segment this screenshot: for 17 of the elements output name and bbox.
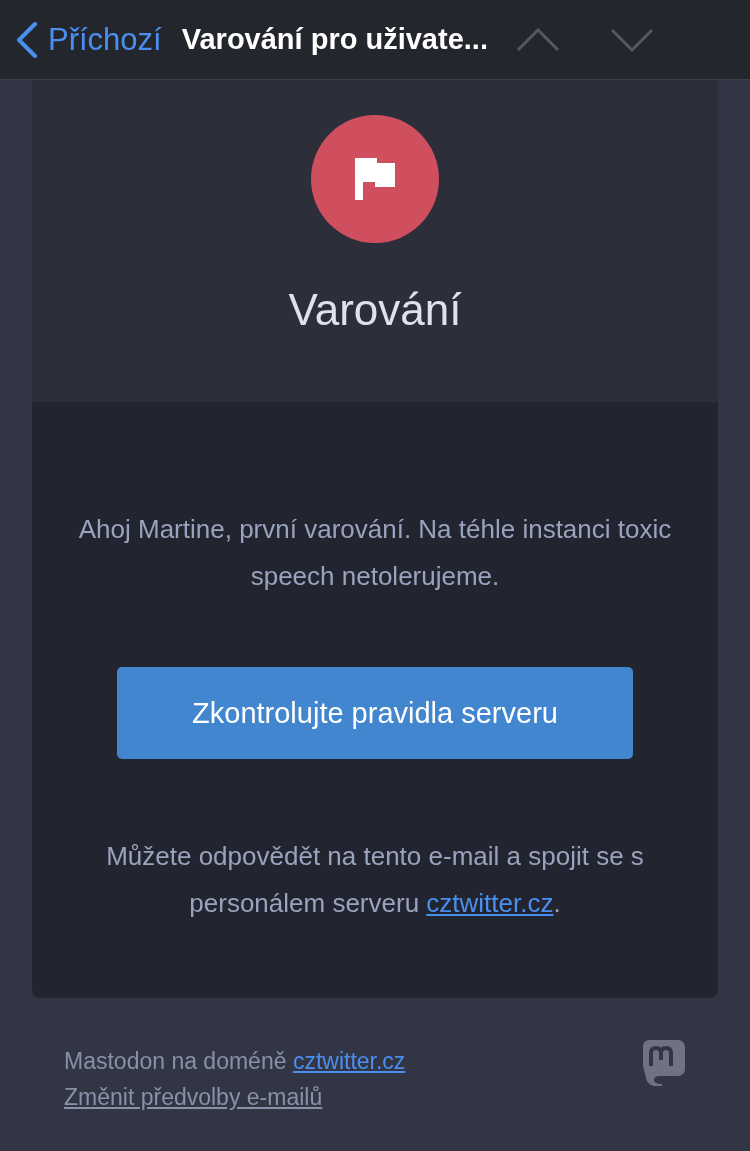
domain-link[interactable]: cztwitter.cz bbox=[292, 1048, 406, 1074]
footer-text: Mastodon na doméně cztwitter.cz bbox=[64, 1047, 406, 1076]
back-link[interactable]: Příchozí bbox=[16, 21, 162, 58]
preferences-link[interactable]: Změnit předvolby e-mailů bbox=[64, 1084, 323, 1110]
chevron-down-icon bbox=[609, 27, 654, 52]
message-title: Varování pro uživate... bbox=[181, 23, 488, 56]
rules-button[interactable]: Zkontrolujte pravidla serveru bbox=[117, 667, 633, 759]
next-button[interactable] bbox=[609, 27, 654, 52]
chevron-up-icon bbox=[515, 27, 560, 52]
flag-icon bbox=[355, 158, 395, 200]
previous-button[interactable] bbox=[515, 27, 560, 52]
heading: Varování bbox=[288, 285, 462, 335]
logo-icon bbox=[640, 1038, 686, 1086]
server-link[interactable]: cztwitter.cz bbox=[426, 888, 554, 918]
message-text: Ahoj Martine, první varování. Na téhle instanci toxic speech netolerujeme. bbox=[77, 513, 673, 593]
back-icon bbox=[16, 21, 38, 58]
reply-text: Můžete odpovědět na tento e-mail a spojit se s personálem serveru cztwitter.cz. bbox=[105, 840, 645, 920]
